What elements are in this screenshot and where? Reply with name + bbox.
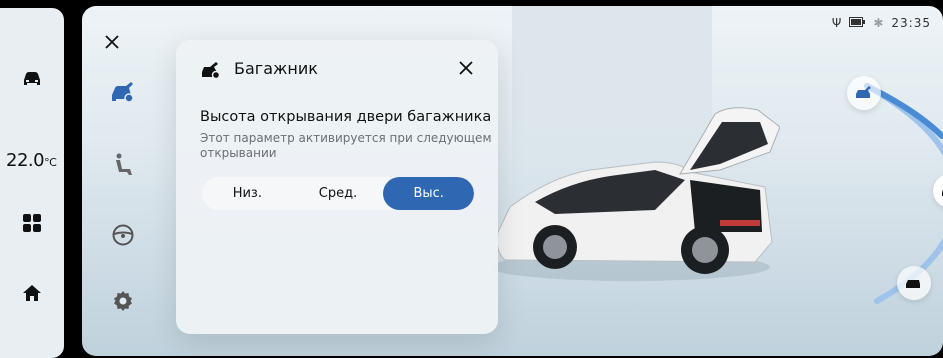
car-icon[interactable] (0, 64, 64, 94)
main-panel: Ψ ✱ 23:35 Багажник Высота открывания две… (82, 6, 943, 356)
close-icon[interactable] (104, 34, 120, 50)
left-dock: 22.0°C (0, 8, 64, 358)
temperature-value: 22.0 (6, 150, 45, 171)
trunk-low-icon[interactable] (897, 266, 931, 300)
option-medium[interactable]: Сред. (293, 177, 384, 210)
trunk-icon (200, 60, 224, 80)
trunk-settings-dialog: Багажник Высота открывания двери багажни… (176, 40, 498, 334)
trunk-height-selector: Низ. Сред. Выс. (202, 177, 474, 210)
option-high[interactable]: Выс. (383, 177, 474, 210)
close-dialog-icon[interactable] (458, 60, 474, 76)
home-icon[interactable] (0, 278, 64, 308)
settings-gear-icon[interactable] (108, 286, 138, 316)
trunk-height-heading: Высота открывания двери багажника (200, 109, 492, 125)
trunk-height-description: Этот параметр активируется при следующем… (200, 131, 492, 160)
trunk-top-icon[interactable] (847, 76, 881, 110)
dialog-title: Багажник (234, 59, 318, 78)
bluetooth-icon: ✱ (873, 16, 884, 30)
trunk-height-arc (847, 76, 943, 306)
status-bar: Ψ ✱ 23:35 (832, 16, 931, 30)
battery-icon (849, 16, 866, 30)
clock-time: 23:35 (891, 16, 931, 30)
steering-wheel-icon[interactable] (108, 220, 138, 250)
temperature-readout[interactable]: 22.0°C (6, 150, 57, 171)
usb-icon: Ψ (831, 16, 842, 30)
seat-icon[interactable] (108, 151, 138, 181)
temperature-unit: °C (44, 156, 57, 169)
car-trunk-icon[interactable] (108, 78, 138, 108)
vehicle-illustration (480, 92, 781, 292)
option-low[interactable]: Низ. (202, 177, 293, 210)
apps-grid-icon[interactable] (0, 208, 64, 238)
